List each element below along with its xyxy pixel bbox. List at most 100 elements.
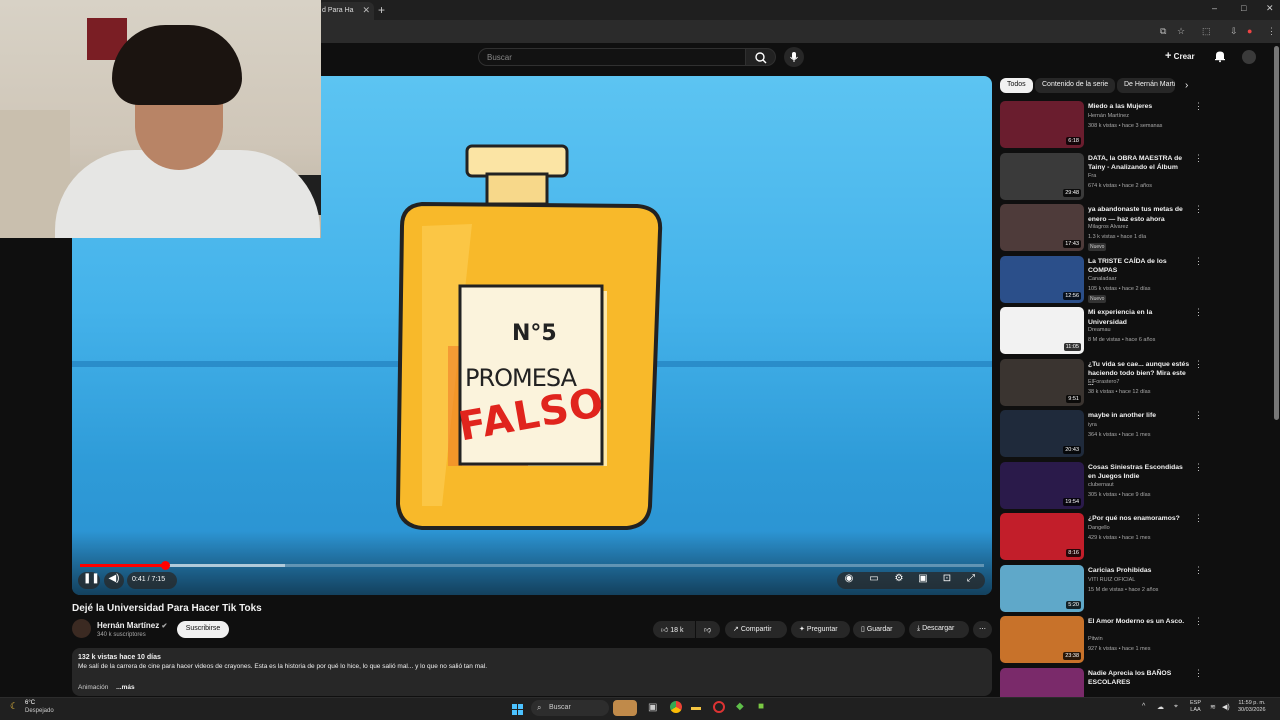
- recommendation-item[interactable]: 6:18 Miedo a las Mujeres Hernán Martínez 30…: [1000, 101, 1205, 151]
- chevron-right-icon[interactable]: ›: [1185, 80, 1188, 91]
- recommendation-item[interactable]: 11:05 Mi experiencia en la Universidad Dre…: [1000, 307, 1205, 357]
- recommendation-item[interactable]: 17:43 ya abandonaste tus metas de enero —…: [1000, 204, 1205, 254]
- recommendation-channel[interactable]: iyra: [1088, 422, 1097, 428]
- install-icon[interactable]: ⧉: [1160, 26, 1166, 37]
- window-close-button[interactable]: ✕: [1266, 3, 1274, 14]
- recommendation-title[interactable]: ya abandonaste tus metas de enero — haz …: [1088, 205, 1192, 224]
- taskbar-search[interactable]: ⌕ Buscar: [531, 700, 609, 716]
- search-input[interactable]: Buscar: [478, 48, 746, 66]
- weather-temperature[interactable]: 6°C: [25, 700, 35, 706]
- recommendation-title[interactable]: maybe in another life: [1088, 411, 1192, 421]
- volume-icon[interactable]: ◀): [108, 573, 120, 584]
- recommendation-thumbnail[interactable]: 29:48: [1000, 152, 1084, 200]
- recommendation-title[interactable]: Nadie Aprecia los BAÑOS ESCOLARES: [1088, 669, 1192, 688]
- weather-moon-icon[interactable]: ☾: [10, 701, 18, 712]
- download-button[interactable]: ⤓ Descargar: [909, 621, 969, 638]
- voice-search-button[interactable]: [784, 47, 804, 67]
- account-avatar[interactable]: [1242, 50, 1256, 64]
- recommendation-title[interactable]: Mi experiencia en la Universidad: [1088, 308, 1192, 327]
- maximize-button[interactable]: □: [1241, 3, 1246, 13]
- save-button[interactable]: ▯ Guardar: [853, 621, 905, 638]
- chip-from-channel[interactable]: De Hernán Martínez: [1117, 78, 1175, 93]
- system-clock[interactable]: 11:59 p. m. 30/03/2026: [1238, 700, 1266, 714]
- more-vertical-icon[interactable]: ⋮: [1194, 616, 1203, 627]
- recommendation-title[interactable]: La TRISTE CAÍDA de los COMPAS: [1088, 257, 1192, 276]
- autoplay-toggle-icon[interactable]: ◉: [843, 573, 855, 584]
- wifi-icon[interactable]: ≋: [1210, 703, 1216, 711]
- profile-icon[interactable]: ●: [1247, 26, 1252, 36]
- more-vertical-icon[interactable]: ⋮: [1194, 256, 1203, 267]
- recommendation-channel[interactable]: Milagros Alvarez: [1088, 224, 1128, 230]
- more-vertical-icon[interactable]: ⋮: [1194, 410, 1203, 421]
- mic-tray-icon[interactable]: ⌖: [1174, 703, 1178, 711]
- more-vertical-icon[interactable]: ⋮: [1194, 307, 1203, 318]
- bookmark-star-icon[interactable]: ☆: [1177, 26, 1185, 37]
- extensions-icon[interactable]: ⬚: [1202, 26, 1211, 37]
- show-more-link[interactable]: ...más: [116, 684, 134, 691]
- more-vertical-icon[interactable]: ⋮: [1194, 462, 1203, 473]
- cast-icon[interactable]: ⊡: [941, 573, 953, 584]
- recommendation-thumbnail[interactable]: 19:54: [1000, 461, 1084, 509]
- recommendation-channel[interactable]: Dreamau: [1088, 327, 1111, 333]
- chip-all[interactable]: Todos: [1000, 78, 1033, 93]
- description-box[interactable]: [72, 648, 992, 696]
- chrome-taskbar-icon[interactable]: [670, 701, 682, 713]
- file-explorer-icon[interactable]: ▬: [691, 702, 701, 713]
- recommendation-channel[interactable]: Canaladaar: [1088, 276, 1116, 282]
- more-vertical-icon[interactable]: ⋮: [1194, 359, 1203, 370]
- recommendation-item[interactable]: 9:51 ¿Tu vida se cae... aunque estés haci…: [1000, 358, 1205, 409]
- recommendation-item[interactable]: 5:20 Caricias Prohibidas VITI RUIZ OFICIAL…: [1000, 564, 1205, 615]
- channel-avatar[interactable]: [72, 619, 91, 638]
- page-scrollbar[interactable]: [1274, 46, 1279, 420]
- search-highlight-icon[interactable]: [613, 700, 637, 716]
- task-view-icon[interactable]: ▣: [648, 702, 657, 713]
- downloads-icon[interactable]: ⇩: [1230, 26, 1238, 37]
- recommendation-thumbnail[interactable]: 6:18: [1000, 101, 1084, 148]
- more-actions-button[interactable]: ⋯: [973, 621, 992, 638]
- recommendation-thumbnail[interactable]: 9:51: [1000, 358, 1084, 406]
- recommendation-channel[interactable]: Pitwin: [1088, 636, 1103, 642]
- new-tab-button[interactable]: +: [378, 3, 385, 17]
- recommendation-item[interactable]: 29:48 DATA, la OBRA MAESTRA de Tainy - An…: [1000, 152, 1205, 203]
- recommendation-thumbnail[interactable]: 23:38: [1000, 616, 1084, 663]
- more-vertical-icon[interactable]: ⋮: [1194, 565, 1203, 576]
- language-indicator[interactable]: ESP LAA: [1190, 700, 1201, 714]
- miniplayer-icon[interactable]: ▣: [917, 573, 929, 584]
- recommendation-item[interactable]: 20:43 maybe in another life iyra 364 k vist…: [1000, 410, 1205, 460]
- cloud-icon[interactable]: ☁: [1157, 703, 1164, 711]
- recommendation-item[interactable]: 12:56 La TRISTE CAÍDA de los COMPAS Canala…: [1000, 255, 1205, 306]
- more-vertical-icon[interactable]: ⋮: [1194, 153, 1203, 164]
- minecraft-taskbar-icon[interactable]: ■: [758, 701, 764, 712]
- pause-icon[interactable]: ❚❚: [83, 573, 100, 584]
- windows-start-icon[interactable]: [512, 702, 523, 715]
- channel-name[interactable]: Hernán Martínez ✔: [97, 621, 167, 630]
- browser-menu-icon[interactable]: ⋮: [1267, 26, 1276, 37]
- more-vertical-icon[interactable]: ⋮: [1194, 513, 1203, 524]
- subscribe-button[interactable]: Suscribirse: [177, 621, 229, 638]
- recommendation-item[interactable]: 23:38 El Amor Moderno es un Asco. Pitwin 92…: [1000, 616, 1205, 666]
- recommendation-channel[interactable]: ElForastero7: [1088, 379, 1120, 385]
- recommendation-channel[interactable]: Dangello: [1088, 525, 1110, 531]
- more-vertical-icon[interactable]: ⋮: [1194, 101, 1203, 112]
- recommendation-channel[interactable]: clubernaut: [1088, 482, 1114, 488]
- subtitles-icon[interactable]: ▭: [868, 573, 880, 584]
- browser-tab[interactable]: d Para Ha ✕: [318, 2, 374, 20]
- progress-scrubber[interactable]: [160, 561, 170, 570]
- recommendation-title[interactable]: Cosas Siniestras Escondidas en Juegos In…: [1088, 463, 1192, 482]
- chip-series[interactable]: Contenido de la serie: [1035, 78, 1116, 93]
- recommendation-channel[interactable]: VITI RUIZ OFICIAL: [1088, 577, 1135, 583]
- settings-gear-icon[interactable]: ⚙: [893, 573, 905, 584]
- app-taskbar-icon[interactable]: [713, 701, 725, 713]
- more-vertical-icon[interactable]: ⋮: [1194, 668, 1203, 679]
- dislike-button[interactable]: 👎︎: [696, 621, 720, 638]
- recommendation-thumbnail[interactable]: 5:20: [1000, 564, 1084, 612]
- recommendation-thumbnail[interactable]: 17:43: [1000, 204, 1084, 251]
- more-vertical-icon[interactable]: ⋮: [1194, 204, 1203, 215]
- recommendation-title[interactable]: ¿Por qué nos enamoramos?: [1088, 514, 1192, 524]
- recommendation-thumbnail[interactable]: 8:16: [1000, 513, 1084, 560]
- recommendation-title[interactable]: El Amor Moderno es un Asco.: [1088, 617, 1192, 627]
- share-button[interactable]: ↗ Compartir: [725, 621, 787, 638]
- recommendation-item[interactable]: 8:16 ¿Por qué nos enamoramos? Dangello 429 …: [1000, 513, 1205, 563]
- speaker-icon[interactable]: ◀): [1222, 703, 1230, 711]
- tab-close-icon[interactable]: ✕: [362, 5, 370, 16]
